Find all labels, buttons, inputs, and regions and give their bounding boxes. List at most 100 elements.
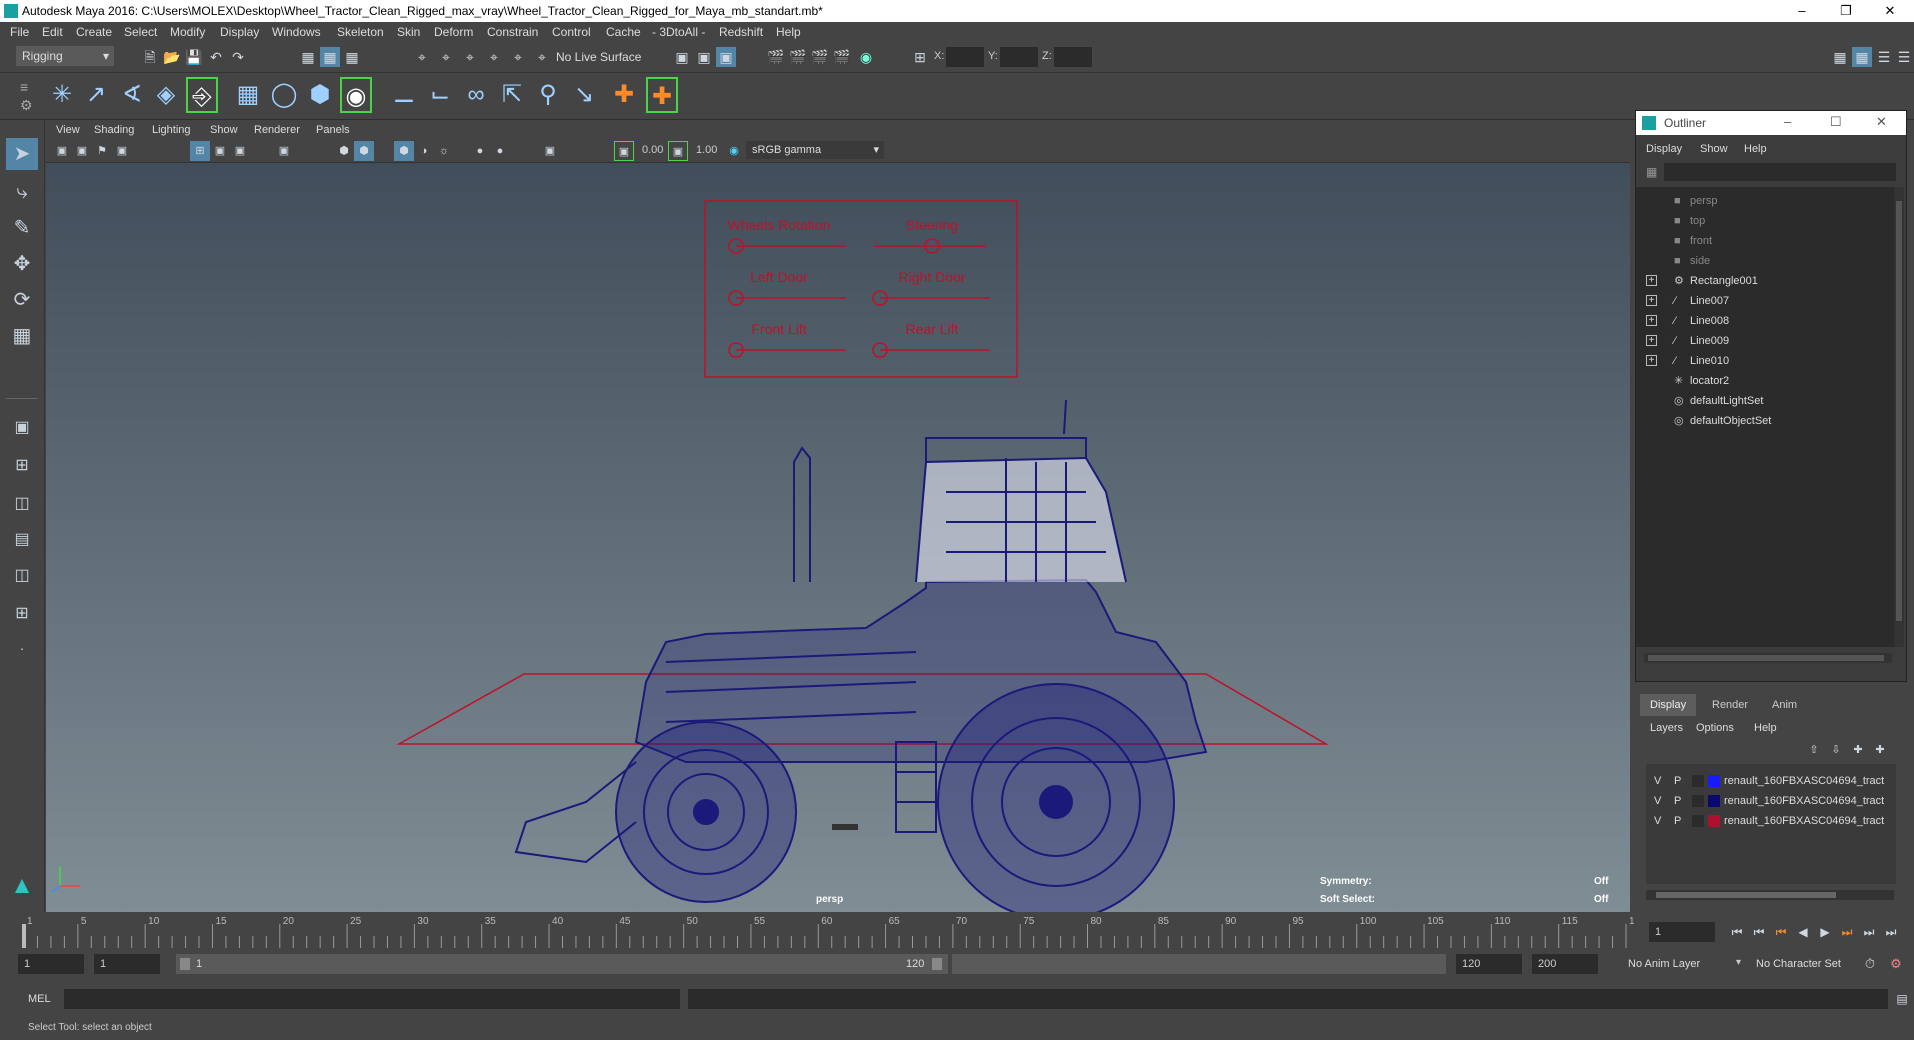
scale-tool-icon[interactable]: ▦ [6, 320, 38, 352]
animation-start-input[interactable]: 1 [18, 954, 84, 974]
playback-end-input[interactable]: 120 [1456, 954, 1522, 974]
expand-icon[interactable]: + [1646, 275, 1657, 286]
outliner-item[interactable]: ◎ defaultObjectSet [1636, 411, 1906, 431]
screen-ao-icon[interactable]: ● [490, 141, 510, 161]
outliner-item[interactable]: + ∕ Line009 [1636, 331, 1906, 351]
layer-type-toggle[interactable] [1692, 775, 1704, 787]
xform-input-icon[interactable]: ⊞ [910, 47, 930, 67]
outliner-item[interactable]: ■ side [1636, 251, 1906, 271]
color-management-icon[interactable]: ◉ [724, 141, 744, 161]
render-settings-icon[interactable]: 🎬 [832, 47, 852, 67]
auto-key-icon[interactable]: ⏱ [1860, 954, 1880, 974]
outliner-filter-icon[interactable]: ▦ [1646, 165, 1657, 179]
lights-icon[interactable]: ☼ [434, 141, 454, 161]
new-layer-selected-icon[interactable]: ✚ [1870, 740, 1890, 760]
chevron-down-icon[interactable]: ▾ [1736, 957, 1741, 968]
outliner-item[interactable]: ■ persp [1636, 191, 1906, 211]
layer-color-swatch[interactable] [1708, 815, 1720, 827]
lattice-icon[interactable]: ▦ [232, 77, 264, 113]
outliner-vscrollbar[interactable] [1894, 187, 1904, 647]
menu-control[interactable]: Control [552, 25, 591, 39]
scale-constraint-icon[interactable]: ⇱ [496, 77, 528, 113]
new-layer-icon[interactable]: ✚ [1848, 740, 1868, 760]
tab-anim[interactable]: Anim [1762, 694, 1807, 716]
shelf-tab-toggle-icon[interactable]: ≡ [20, 79, 28, 95]
outliner-close-button[interactable]: ✕ [1876, 114, 1887, 130]
live-surface-label[interactable]: No Live Surface [556, 50, 641, 64]
z-input[interactable] [1054, 47, 1092, 67]
layer-menu-help[interactable]: Help [1754, 722, 1777, 734]
select-hierarchy-icon[interactable]: ▦ [298, 47, 318, 67]
step-back-key-icon[interactable]: ⏮ [1749, 922, 1769, 942]
film-gate-icon[interactable]: ▣ [210, 141, 230, 161]
exposure-value[interactable]: 0.00 [642, 144, 663, 156]
render-frame-icon[interactable]: ▣ [694, 47, 714, 67]
script-language-toggle[interactable]: MEL [28, 993, 51, 1005]
render-view-icon[interactable]: 🎬 [766, 47, 786, 67]
current-frame-input[interactable]: 1 [1649, 922, 1715, 942]
range-slider-end-handle[interactable] [932, 958, 942, 970]
hypershade-layout-icon[interactable]: ◫ [6, 560, 38, 592]
ipr-icon[interactable]: 🎬 [810, 47, 830, 67]
layer-visibility-toggle[interactable]: V [1654, 792, 1661, 810]
animation-prefs-icon[interactable]: ⚙ [1886, 954, 1906, 974]
layer-row[interactable]: V Prenault_160FBXASC04694_tract [1646, 812, 1892, 830]
range-slider[interactable]: 1 120 [176, 954, 948, 974]
current-time-indicator[interactable] [22, 924, 26, 948]
command-input[interactable] [64, 989, 680, 1009]
step-forward-frame-icon[interactable]: ⏭ [1837, 922, 1857, 942]
layer-editor-toggle-icon[interactable]: ☰ [1894, 47, 1914, 67]
shadows-icon[interactable]: ● [470, 141, 490, 161]
menu-constrain[interactable]: Constrain [487, 25, 538, 39]
isolate-select-icon[interactable]: ▣ [540, 141, 560, 161]
outliner-item[interactable]: + ∕ Line010 [1636, 351, 1906, 371]
animation-end-input[interactable]: 200 [1532, 954, 1598, 974]
safe-action-icon[interactable]: ▣ [274, 141, 294, 161]
camera-select-icon[interactable]: ▣ [52, 141, 72, 161]
viewport-panel[interactable]: View Shading Lighting Show Renderer Pane… [46, 120, 1630, 912]
snap-point-icon[interactable]: ⌖ [460, 47, 480, 67]
skin-weights-icon[interactable]: ✚ [646, 77, 678, 113]
gamma-value[interactable]: 1.00 [696, 144, 717, 156]
anim-layer-label[interactable]: No Anim Layer [1628, 958, 1700, 970]
viewport-menu-panels[interactable]: Panels [316, 124, 350, 136]
range-slider-start-handle[interactable] [180, 958, 190, 970]
persp-graph-layout-icon[interactable]: ▤ [6, 524, 38, 556]
time-slider[interactable]: 1 5 10 15 20 25 30 35 40 45 50 55 60 65 70 75 80 85 90 95 10… [0, 914, 1640, 950]
outliner-menu-help[interactable]: Help [1744, 143, 1767, 155]
wire-deformer-icon[interactable]: ⬢ [304, 77, 336, 113]
redo-icon[interactable]: ↷ [228, 47, 248, 67]
paint-select-icon[interactable]: ✎ [6, 212, 38, 244]
ik-spline-icon[interactable]: ∢ [116, 77, 148, 113]
smooth-bind-icon[interactable]: ⎆ [186, 77, 218, 113]
lasso-tool-icon[interactable]: ⤷ [6, 176, 38, 208]
menu-skeleton[interactable]: Skeleton [337, 25, 384, 39]
expand-icon[interactable]: + [1646, 335, 1657, 346]
viewport-menu-shading[interactable]: Shading [94, 124, 134, 136]
menu-deform[interactable]: Deform [434, 25, 473, 39]
step-back-frame-icon[interactable]: ⏮ [1771, 922, 1791, 942]
outliner-item[interactable]: + ∕ Line007 [1636, 291, 1906, 311]
view-transform-dropdown[interactable]: sRGB gamma ▾ [746, 141, 884, 159]
menu-help[interactable]: Help [776, 25, 801, 39]
menu-redshift[interactable]: Redshift [719, 25, 763, 39]
menu-skin[interactable]: Skin [397, 25, 420, 39]
layer-type-toggle[interactable] [1692, 815, 1704, 827]
snap-magnet-icon[interactable]: ⌖ [532, 47, 552, 67]
expand-icon[interactable]: + [1646, 355, 1657, 366]
select-tool-icon[interactable]: ➤ [6, 138, 38, 170]
move-layer-down-icon[interactable]: ⇩ [1826, 740, 1846, 760]
xray-icon[interactable]: ◑ [414, 141, 434, 161]
channel-box-toggle-icon[interactable]: ☰ [1874, 47, 1894, 67]
menu-create[interactable]: Create [76, 25, 112, 39]
x-input[interactable] [946, 47, 984, 67]
menu-edit[interactable]: Edit [42, 25, 63, 39]
layer-visibility-toggle[interactable]: V [1654, 772, 1661, 790]
layer-playback-toggle[interactable]: P [1674, 772, 1681, 790]
save-scene-icon[interactable]: 💾 [184, 47, 204, 67]
hypershade-icon[interactable]: ◉ [856, 47, 876, 67]
layer-row[interactable]: V Prenault_160FBXASC04694_tract [1646, 792, 1892, 810]
step-forward-key-icon[interactable]: ⏭ [1859, 922, 1879, 942]
new-scene-icon[interactable]: 🗎 [140, 47, 160, 67]
playback-start-input[interactable]: 1 [94, 954, 160, 974]
